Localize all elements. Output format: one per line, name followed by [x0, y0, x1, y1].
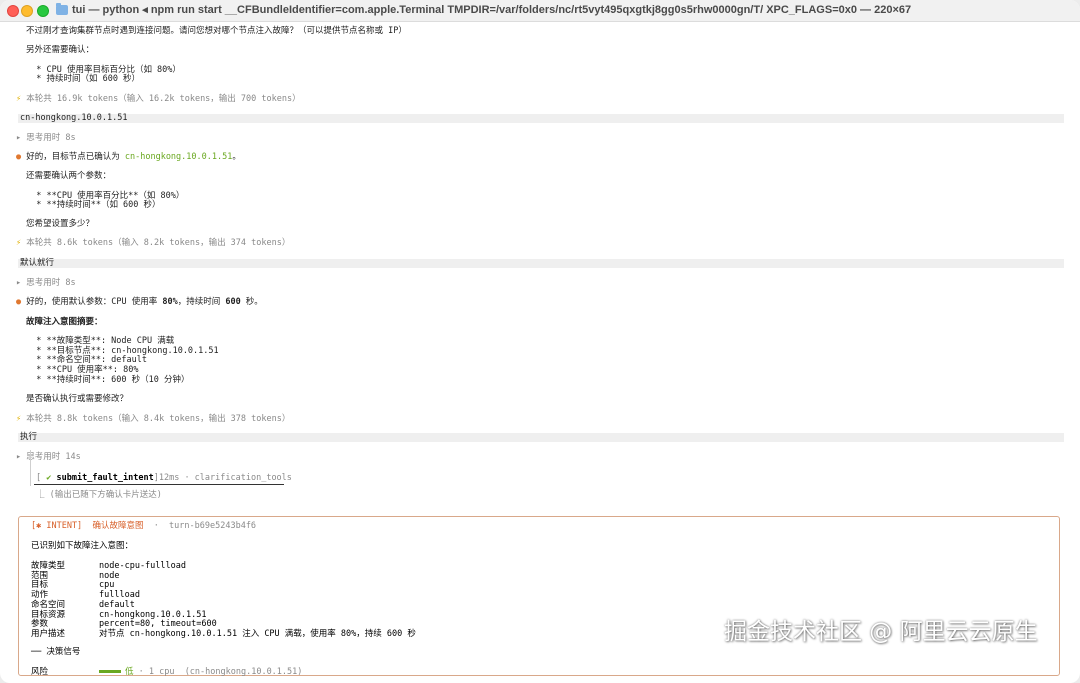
intent-field-label: 参数 [31, 619, 49, 630]
summary-heading: 故障注入意图摘要： [26, 317, 103, 327]
intent-header: [✱ INTENT] 确认故障意图 · turn-b69e5243b4f6 [31, 521, 257, 531]
message-line: 不过刚才查询集群节点时遇到连接问题。请问您想对哪个节点注入故障？（可以提供节点名… [26, 26, 407, 36]
terminal-window: tui — python ◂ npm run start __CFBundleI… [0, 0, 1080, 683]
intent-title: 确认故障意图 [92, 521, 144, 531]
intent-tag: [✱ INTENT] [31, 521, 83, 531]
bullet-line: * **持续时间**（如 600 秒） [26, 200, 161, 210]
risk-label: 风险 [31, 667, 49, 677]
bullet-line: * **CPU 使用率**: 80% [26, 365, 139, 375]
assistant-message: ● 好的，目标节点已确认为 cn-hongkong.10.0.1.51。 [16, 152, 241, 162]
intent-field-label: 目标 [31, 580, 49, 591]
tool-call-header: [ ✔ submit_fault_intent]12ms · clarifica… [36, 473, 292, 483]
lightning-icon: ⚡ [16, 414, 22, 424]
divider [34, 484, 284, 485]
watermark: 掘金技术社区 @ 阿里云云原生 [724, 619, 1038, 645]
minimize-window-button[interactable] [21, 5, 33, 17]
risk-value: 低 · 1 cpu (cn-hongkong.10.0.1.51) [99, 667, 302, 677]
user-prompt: cn-hongkong.10.0.1.51 [18, 113, 1064, 123]
intent-field-value: node-cpu-fullload [99, 561, 186, 571]
message-line: 是否确认执行或需要修改？ [26, 394, 129, 404]
user-prompt: 执行 [18, 432, 1064, 442]
intent-field-value: cpu [99, 580, 115, 591]
bullet-dot-icon: ● [16, 152, 22, 162]
bullet-line: * **命名空间**: default [26, 355, 147, 365]
bullet-dot-icon: ● [16, 297, 22, 307]
tool-result: ⎿ (输出已随下方确认卡片送达) [36, 490, 162, 500]
intent-field-value: node [99, 570, 120, 581]
tool-name: submit_fault_intent [56, 473, 154, 483]
intent-field-value: fullload [99, 590, 140, 601]
message-line: 还需要确认两个参数： [26, 171, 112, 181]
intent-field-label: 目标资源 [31, 609, 66, 620]
lightning-icon: ⚡ [16, 238, 22, 248]
thinking-toggle[interactable]: ▸ 思考用时 8s [16, 278, 76, 288]
intent-field-label: 动作 [31, 590, 49, 601]
intent-intro: 已识别如下故障注入意图： [31, 541, 134, 551]
title-bar: tui — python ◂ npm run start __CFBundleI… [0, 0, 1080, 22]
lightning-icon: ⚡ [16, 94, 22, 104]
message-line: 另外还需要确认： [26, 45, 95, 55]
zoom-window-button[interactable] [37, 5, 49, 17]
intent-field-value: percent=80, timeout=600 [99, 619, 217, 630]
intent-field-label: 用户描述 [31, 628, 66, 639]
token-stats: ⚡ 本轮共 8.8k tokens（输入 8.4k tokens，输出 378 … [16, 414, 291, 424]
intent-field-label: 故障类型 [31, 561, 66, 571]
intent-field-value: cn-hongkong.10.0.1.51 [99, 609, 207, 620]
message-line: 您希望设置多少？ [26, 219, 95, 229]
window-title: tui — python ◂ npm run start __CFBundleI… [72, 4, 912, 16]
check-icon: ✔ [46, 473, 52, 483]
risk-bar [99, 670, 121, 673]
intent-card: [✱ INTENT] 确认故障意图 · turn-b69e5243b4f6 已识… [18, 516, 1060, 677]
close-window-button[interactable] [7, 5, 19, 17]
user-prompt: 默认就行 [18, 258, 1064, 268]
bullet-line: * **持续时间**: 600 秒（10 分钟） [26, 375, 190, 385]
intent-field-value: default [99, 599, 135, 610]
thinking-toggle[interactable]: ▸ 思考用时 8s [16, 133, 76, 143]
folder-icon [56, 3, 68, 15]
token-stats: ⚡ 本轮共 16.9k tokens（输入 16.2k tokens，输出 70… [16, 94, 301, 104]
token-stats: ⚡ 本轮共 8.6k tokens（输入 8.2k tokens，输出 374 … [16, 238, 291, 248]
intent-field-label: 命名空间 [31, 599, 66, 610]
intent-field-value: 对节点 cn-hongkong.10.0.1.51 注入 CPU 满载，使用率 … [99, 628, 416, 639]
bullet-line: * **故障类型**: Node CPU 满载 [26, 336, 175, 346]
decision-signals-heading: ── 决策信号 [31, 647, 81, 657]
assistant-message: ● 好的，使用默认参数：CPU 使用率 80%，持续时间 600 秒。 [16, 297, 263, 307]
bullet-line: * 持续时间（如 600 秒） [26, 74, 141, 84]
